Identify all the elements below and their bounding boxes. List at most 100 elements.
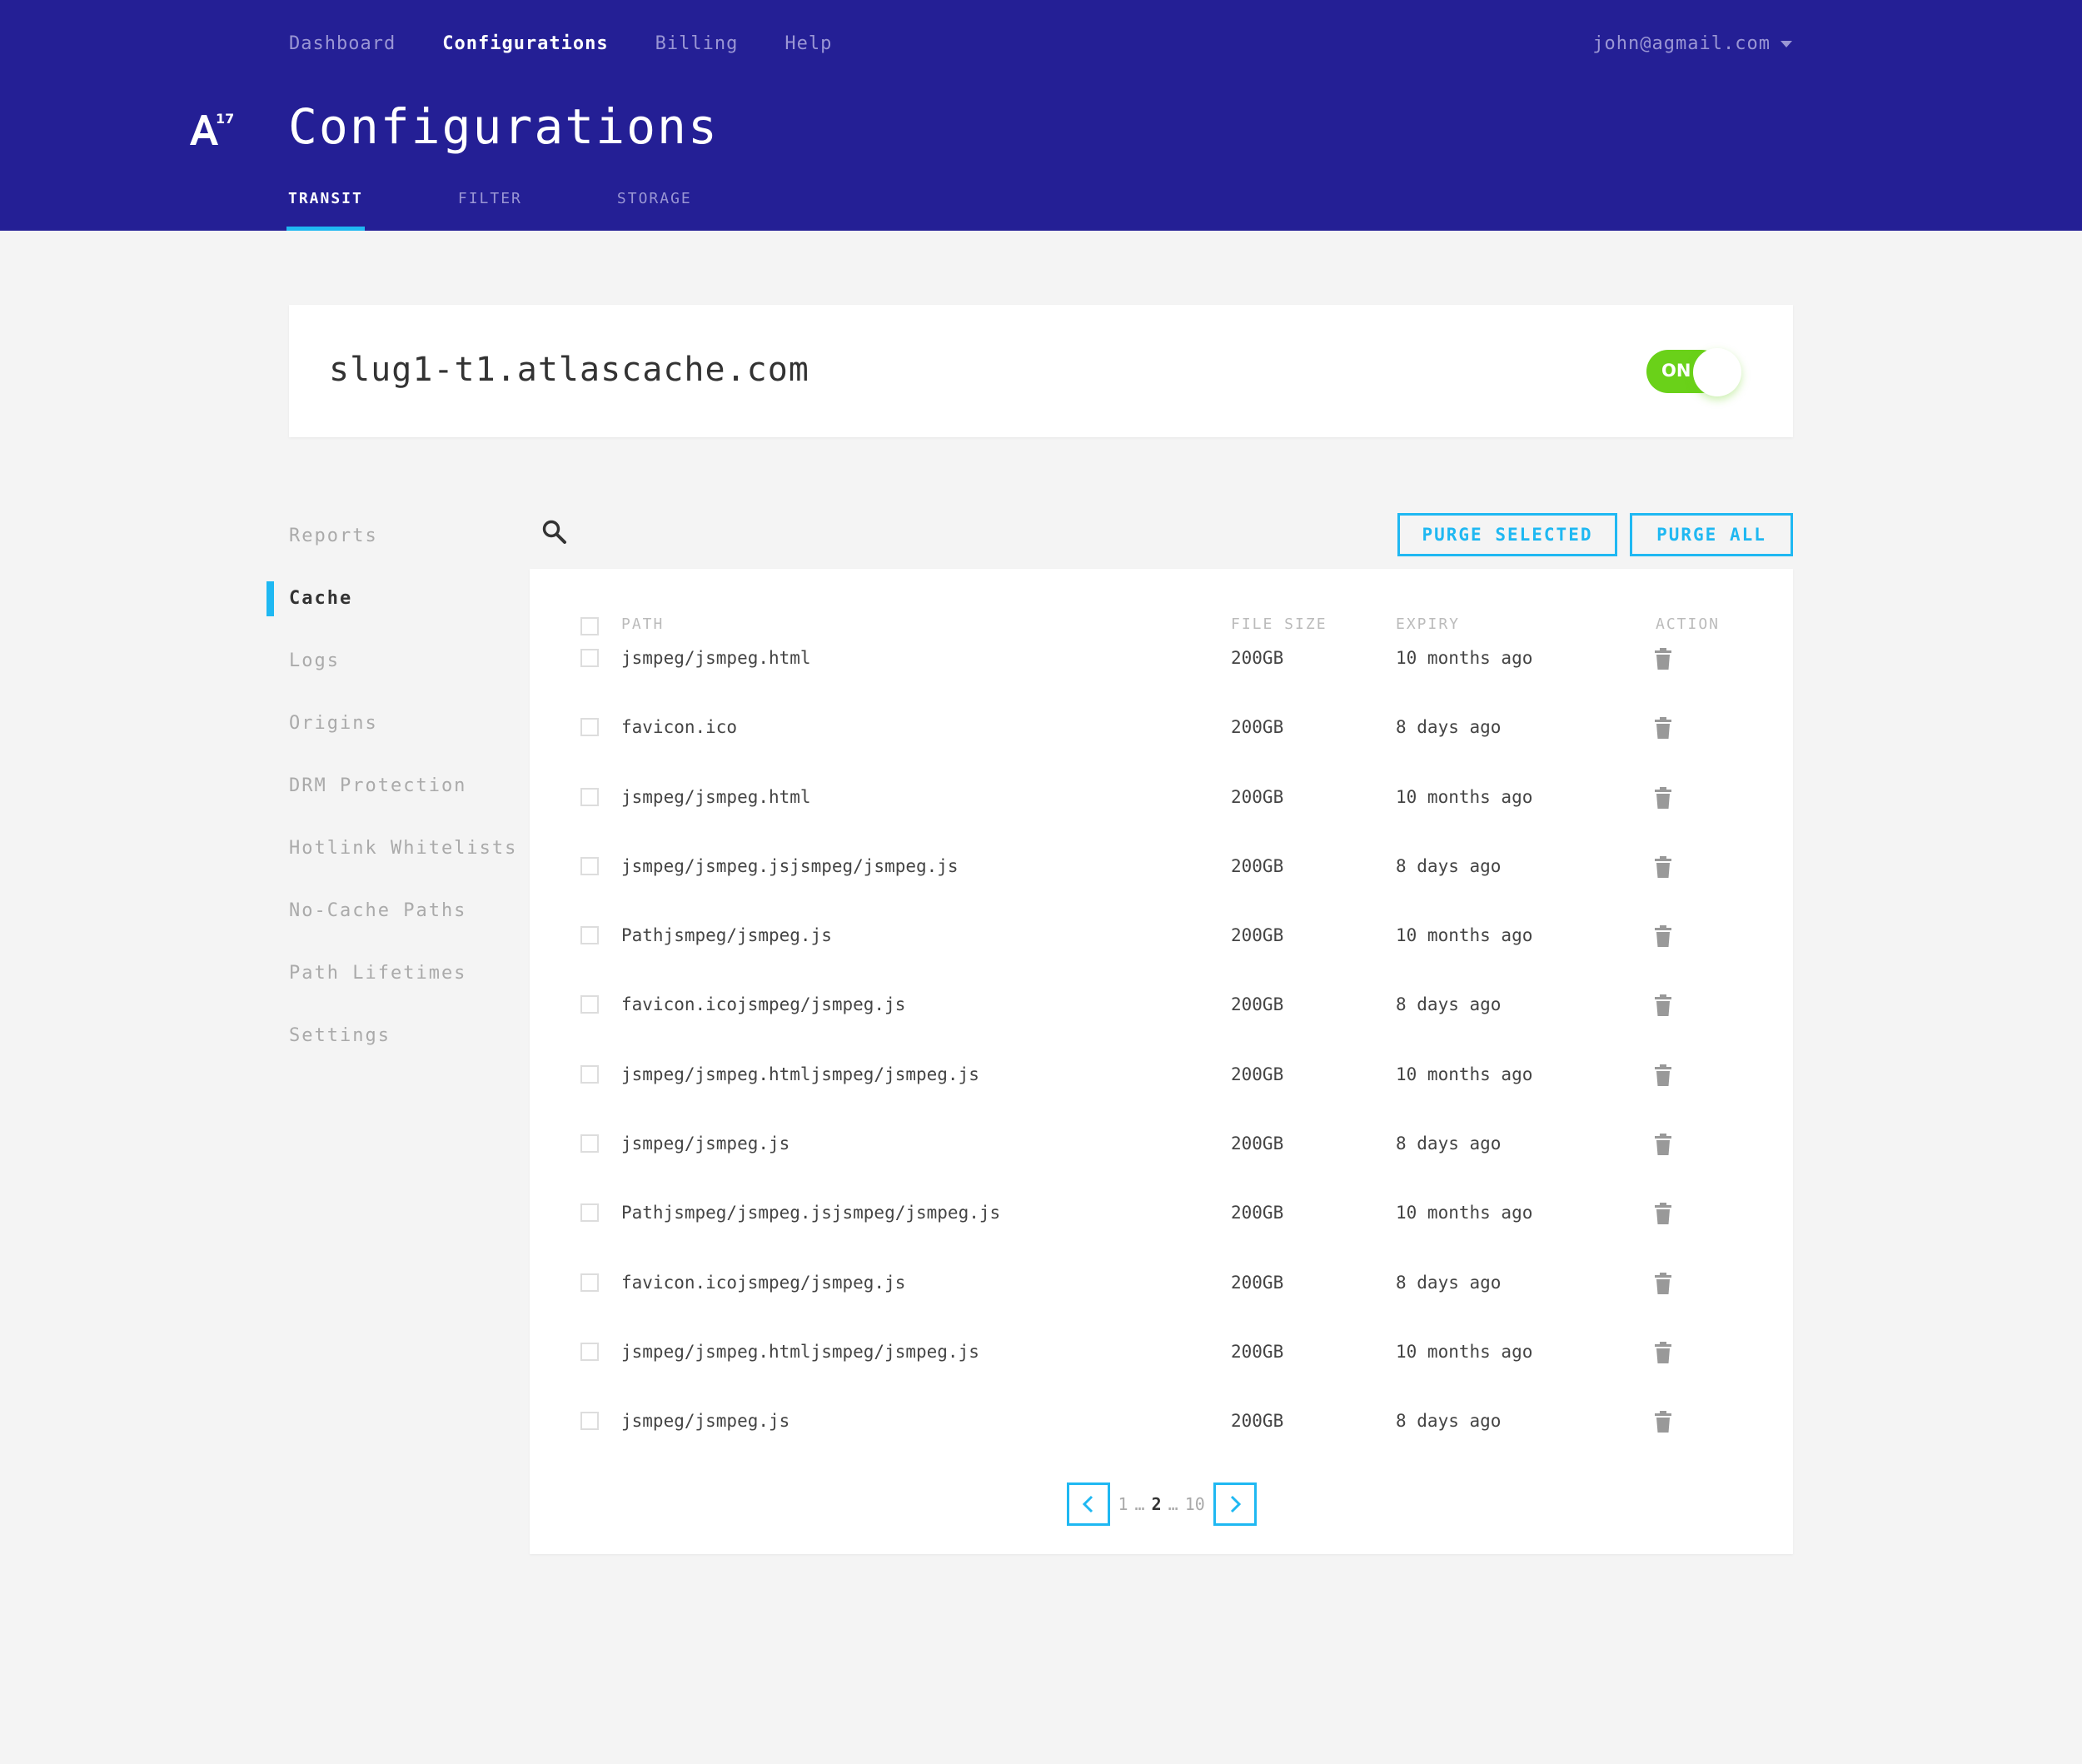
row-checkbox[interactable]: [580, 1203, 599, 1223]
row-checkbox[interactable]: [580, 718, 599, 737]
purge-selected-button[interactable]: PURGE SELECTED: [1397, 513, 1617, 556]
trash-icon[interactable]: [1654, 855, 1672, 878]
caret-down-icon: [1781, 40, 1792, 47]
nav-dashboard[interactable]: Dashboard: [289, 33, 396, 54]
page-title: Configurations: [288, 98, 719, 155]
domain-toggle[interactable]: ON: [1646, 348, 1741, 396]
table-row: favicon.ico 200GB 8 days ago: [530, 709, 1793, 778]
trash-icon[interactable]: [1654, 994, 1672, 1017]
nav-help[interactable]: Help: [784, 33, 832, 54]
row-file-size: 200GB: [1231, 1203, 1284, 1223]
a17-logo: 17: [190, 111, 234, 145]
row-file-size: 200GB: [1231, 994, 1284, 1015]
table-row: jsmpeg/jsmpeg.jsjsmpeg/jsmpeg.js 200GB 8 d…: [530, 848, 1793, 917]
table-row: jsmpeg/jsmpeg.js 200GB 8 days ago: [530, 1125, 1793, 1194]
row-expiry: 8 days ago: [1396, 994, 1502, 1015]
row-file-size: 200GB: [1231, 1411, 1284, 1432]
row-checkbox[interactable]: [580, 649, 599, 667]
trash-icon[interactable]: [1654, 1203, 1672, 1225]
trash-icon[interactable]: [1654, 1411, 1672, 1433]
top-nav: Dashboard Configurations Billing Help: [289, 33, 879, 54]
next-page-button[interactable]: [1213, 1482, 1257, 1526]
tab-filter[interactable]: FILTER: [458, 190, 522, 231]
trash-icon[interactable]: [1654, 717, 1672, 740]
table-row: favicon.icojsmpeg/jsmpeg.js 200GB 8 days a…: [530, 986, 1793, 1055]
row-expiry: 8 days ago: [1396, 1411, 1502, 1432]
cache-table: PATH FILE SIZE EXPIRY ACTION jsmpeg/jsmp…: [530, 569, 1793, 1554]
row-path: Pathjsmpeg/jsmpeg.jsjsmpeg/jsmpeg.js: [621, 1203, 1001, 1223]
row-path: Pathjsmpeg/jsmpeg.js: [621, 925, 832, 946]
toggle-label: ON: [1661, 361, 1691, 381]
page-first[interactable]: 1: [1118, 1494, 1128, 1514]
row-path: jsmpeg/jsmpeg.jsjsmpeg/jsmpeg.js: [621, 855, 959, 876]
user-menu[interactable]: john@agmail.com: [1592, 33, 1792, 54]
trash-icon[interactable]: [1654, 925, 1672, 948]
search-icon[interactable]: [541, 519, 568, 546]
purge-all-button[interactable]: PURGE ALL: [1630, 513, 1793, 556]
row-expiry: 10 months ago: [1396, 1064, 1533, 1084]
sidebar-item-cache[interactable]: Cache: [266, 581, 517, 643]
prev-page-button[interactable]: [1066, 1482, 1110, 1526]
trash-icon[interactable]: [1654, 1272, 1672, 1294]
row-checkbox[interactable]: [580, 787, 599, 806]
table-row: favicon.icojsmpeg/jsmpeg.js 200GB 8 days a…: [530, 1264, 1793, 1333]
row-checkbox[interactable]: [580, 995, 599, 1014]
row-path: jsmpeg/jsmpeg.html: [621, 786, 811, 807]
tab-transit[interactable]: TRANSIT: [286, 190, 365, 231]
sidebar-item-origins[interactable]: Origins: [266, 705, 517, 768]
toggle-knob: [1693, 348, 1741, 396]
row-expiry: 10 months ago: [1396, 786, 1533, 807]
table-row: Pathjsmpeg/jsmpeg.jsjsmpeg/jsmpeg.js 200G…: [530, 1194, 1793, 1263]
sidebar-item-no-cache-paths[interactable]: No-Cache Paths: [266, 893, 517, 955]
row-expiry: 8 days ago: [1396, 855, 1502, 876]
select-all-checkbox[interactable]: [580, 617, 599, 635]
sidebar-item-drm-protection[interactable]: DRM Protection: [266, 768, 517, 830]
row-file-size: 200GB: [1231, 1272, 1284, 1293]
row-expiry: 10 months ago: [1396, 1341, 1533, 1362]
row-checkbox[interactable]: [580, 1064, 599, 1084]
sidebar-item-path-lifetimes[interactable]: Path Lifetimes: [266, 955, 517, 1018]
row-expiry: 10 months ago: [1396, 648, 1533, 668]
chevron-left-icon: [1082, 1495, 1093, 1513]
row-expiry: 10 months ago: [1396, 1203, 1533, 1223]
sidebar-item-reports[interactable]: Reports: [266, 518, 517, 581]
domain-card: slug1-t1.atlascache.com ON: [289, 305, 1793, 437]
trash-icon[interactable]: [1654, 1134, 1672, 1156]
row-path: jsmpeg/jsmpeg.js: [621, 1411, 790, 1432]
row-checkbox[interactable]: [580, 856, 599, 875]
row-file-size: 200GB: [1231, 925, 1284, 946]
logo-superscript: 17: [216, 111, 234, 127]
table-body: jsmpeg/jsmpeg.html 200GB 10 months ago favi…: [530, 640, 1793, 1472]
row-path: favicon.icojsmpeg/jsmpeg.js: [621, 1272, 906, 1293]
sidebar-item-logs[interactable]: Logs: [266, 643, 517, 705]
row-checkbox[interactable]: [580, 1134, 599, 1154]
page-last[interactable]: 10: [1185, 1494, 1205, 1514]
row-path: favicon.icojsmpeg/jsmpeg.js: [621, 994, 906, 1015]
row-file-size: 200GB: [1231, 1064, 1284, 1084]
top-header: Dashboard Configurations Billing Help jo…: [0, 0, 2082, 231]
row-checkbox[interactable]: [580, 926, 599, 945]
row-file-size: 200GB: [1231, 786, 1284, 807]
table-row: jsmpeg/jsmpeg.js 200GB 8 days ago: [530, 1403, 1793, 1472]
trash-icon[interactable]: [1654, 1341, 1672, 1363]
table-row: jsmpeg/jsmpeg.html 200GB 10 months ago: [530, 779, 1793, 848]
row-file-size: 200GB: [1231, 1134, 1284, 1154]
row-checkbox[interactable]: [580, 1273, 599, 1292]
trash-icon[interactable]: [1654, 648, 1672, 670]
page-ellipsis: …: [1168, 1494, 1178, 1514]
page-numbers: 1 … 2 … 10: [1118, 1494, 1205, 1514]
row-expiry: 8 days ago: [1396, 1134, 1502, 1154]
tab-storage[interactable]: STORAGE: [617, 190, 692, 231]
row-expiry: 8 days ago: [1396, 717, 1502, 738]
trash-icon[interactable]: [1654, 1064, 1672, 1086]
page-current[interactable]: 2: [1152, 1494, 1162, 1514]
nav-configurations[interactable]: Configurations: [442, 33, 608, 54]
sidebar-item-hotlink-whitelists[interactable]: Hotlink Whitelists: [266, 830, 517, 893]
sidebar-item-settings[interactable]: Settings: [266, 1018, 517, 1080]
nav-billing[interactable]: Billing: [655, 33, 739, 54]
row-checkbox[interactable]: [580, 1412, 599, 1431]
row-checkbox[interactable]: [580, 1342, 599, 1361]
domain-name: slug1-t1.atlascache.com: [329, 351, 809, 389]
trash-icon[interactable]: [1654, 786, 1672, 809]
table-row: jsmpeg/jsmpeg.html 200GB 10 months ago: [530, 640, 1793, 709]
